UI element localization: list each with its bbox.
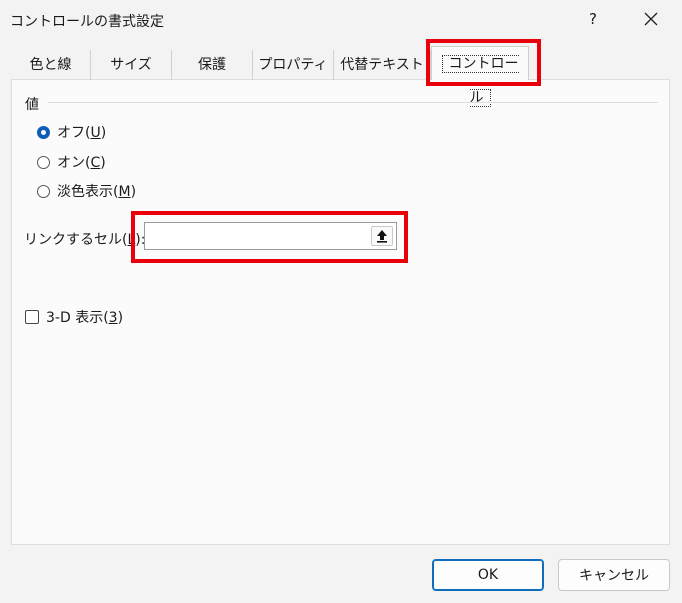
link-cell-label: リンクするセル(L): [24,232,146,248]
tab-highlight-box [426,39,541,86]
tab-alt-text[interactable]: 代替テキスト [334,50,431,80]
tab-label: 代替テキスト [340,57,424,73]
cancel-button[interactable]: キャンセル [558,559,670,591]
link-cell-highlight-box [131,211,408,263]
radio-off[interactable]: オフ(U) [37,122,106,142]
value-group-title: 値 [25,97,39,113]
tab-size[interactable]: サイズ [91,50,172,80]
three-d-checkbox[interactable] [25,310,39,324]
tab-label: プロパティ [258,57,328,73]
radio-button-checked[interactable] [37,125,50,139]
tab-label: 色と線 [29,57,72,73]
tab-label: 保護 [198,57,226,73]
window-title: コントロールの書式設定 [10,14,164,30]
three-d-label: 3-D 表示(3) [46,310,124,326]
ok-button[interactable]: OK [432,559,544,591]
three-d-checkbox-row[interactable]: 3-D 表示(3) [25,307,123,327]
help-button[interactable]: ? [566,4,620,34]
radio-button[interactable] [37,155,50,169]
title-bar: コントロールの書式設定 ? [0,0,682,38]
radio-on[interactable]: オン(C) [37,152,106,172]
close-icon [644,12,658,26]
tab-label: サイズ [110,57,152,73]
radio-button[interactable] [37,184,50,198]
help-icon: ? [589,10,597,28]
radio-label: オフ(U) [57,125,107,141]
group-divider [48,102,658,103]
radio-label: 淡色表示(M) [57,184,137,200]
tab-properties[interactable]: プロパティ [253,50,334,80]
close-button[interactable] [624,4,678,34]
radio-mixed[interactable]: 淡色表示(M) [37,181,136,201]
tab-protection[interactable]: 保護 [172,50,253,80]
tab-colors-lines[interactable]: 色と線 [11,50,91,80]
radio-label: オン(C) [57,155,106,171]
